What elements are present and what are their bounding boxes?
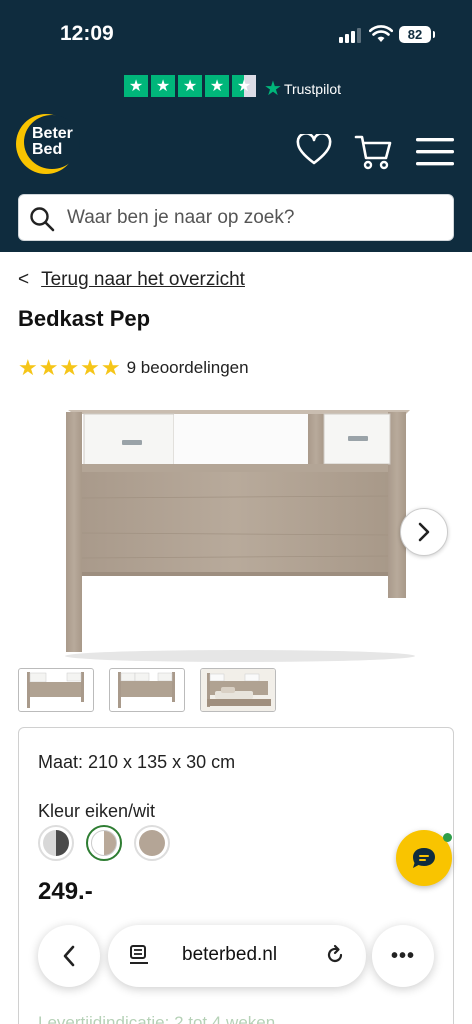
- chevron-left-icon: <: [18, 269, 30, 290]
- color-label: Kleur eiken/wit: [38, 801, 156, 821]
- logo-text-line2: Bed: [32, 141, 63, 158]
- delivery-indication: Levertijdindicatie: 2 tot 4 weken: [38, 1013, 276, 1024]
- wifi-icon: [369, 25, 393, 42]
- color-swatches: [38, 825, 170, 861]
- trustpilot-star-icon: ★: [205, 75, 229, 97]
- thumbnail-front-view[interactable]: [18, 668, 94, 712]
- ellipsis-icon: •••: [390, 944, 415, 967]
- swatch-dark-grey[interactable]: [38, 825, 74, 861]
- chevron-left-icon: [63, 945, 75, 967]
- cellular-signal-icon: [339, 28, 361, 43]
- thumbnail-image: [27, 672, 84, 708]
- address-bar[interactable]: beterbed.nl: [108, 925, 366, 987]
- chat-bubble-icon: [413, 848, 435, 868]
- back-to-overview-link[interactable]: < Terug naar het overzicht: [18, 269, 245, 291]
- trustpilot-label: Trustpilot: [283, 80, 341, 97]
- rating-count: 9 beoordelingen: [126, 358, 249, 377]
- beter-bed-logo[interactable]: Beter Bed: [16, 114, 86, 178]
- menu-icon[interactable]: [416, 138, 454, 166]
- product-image[interactable]: [60, 398, 420, 663]
- thumbnail-room-view[interactable]: [200, 668, 276, 712]
- status-time: 12:09: [60, 22, 114, 45]
- swatch-oak-white-icon: [91, 830, 117, 856]
- size-label: Maat: 210 x 135 x 30 cm: [38, 752, 236, 772]
- swatch-oak[interactable]: [134, 825, 170, 861]
- trustpilot-star-logo-icon: ★: [264, 78, 282, 100]
- swatch-dark-grey-icon: [43, 830, 69, 856]
- search-input[interactable]: [67, 203, 437, 233]
- trustpilot-bar[interactable]: ★ ★ ★ ★ ★ ★ Trustpilot: [0, 70, 472, 104]
- trustpilot-star-icon: ★: [151, 75, 175, 97]
- battery-icon: 82: [399, 26, 435, 43]
- status-bar: 12:09 82: [0, 0, 472, 70]
- trustpilot-half-star-icon: ★: [232, 75, 256, 97]
- swatch-oak-white[interactable]: [86, 825, 122, 861]
- swatch-oak-icon: [139, 830, 165, 856]
- rating-stars-icon: ★★★★★: [18, 355, 122, 380]
- cart-icon[interactable]: [354, 134, 392, 170]
- trustpilot-logo: ★ Trustpilot: [264, 76, 341, 101]
- logo-text-line1: Beter: [32, 125, 73, 142]
- online-status-dot: [443, 833, 452, 842]
- trustpilot-star-icon: ★: [124, 75, 148, 97]
- browser-back-button[interactable]: [38, 925, 100, 987]
- chat-button[interactable]: [396, 830, 452, 886]
- site-header: Beter Bed: [0, 104, 472, 252]
- product-title: Bedkast Pep: [18, 306, 151, 331]
- product-rating[interactable]: ★★★★★ 9 beoordelingen: [18, 355, 249, 381]
- thumbnail-image: [118, 672, 175, 708]
- heart-icon[interactable]: [296, 134, 332, 166]
- next-image-button[interactable]: [400, 508, 448, 556]
- search-bar[interactable]: [18, 194, 454, 241]
- more-options-button[interactable]: •••: [372, 925, 434, 987]
- search-icon: [30, 207, 55, 232]
- thumbnail-strip: [18, 668, 276, 712]
- chevron-right-icon: [418, 522, 430, 542]
- reload-icon[interactable]: [324, 944, 346, 966]
- page-format-icon[interactable]: [128, 944, 150, 966]
- back-link-label: Terug naar het overzicht: [41, 269, 245, 290]
- product-price: 249.-: [38, 878, 93, 905]
- trustpilot-stars: ★ ★ ★ ★ ★: [124, 75, 256, 97]
- thumbnail-angle-view[interactable]: [109, 668, 185, 712]
- url-text: beterbed.nl: [182, 944, 278, 965]
- thumbnail-image: [201, 669, 275, 711]
- trustpilot-star-icon: ★: [178, 75, 202, 97]
